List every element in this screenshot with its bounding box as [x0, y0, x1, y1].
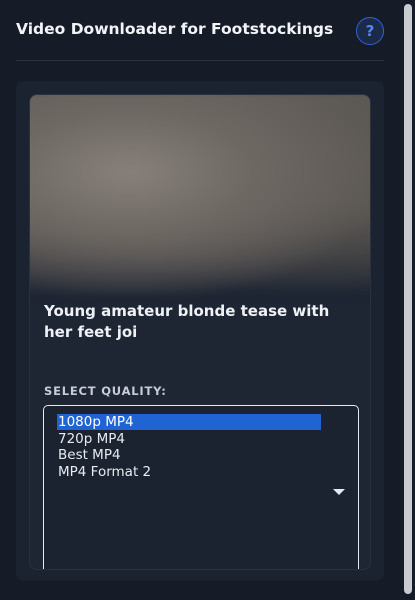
quality-option-best[interactable]: Best MP4	[57, 447, 321, 463]
question-mark-icon: ?	[365, 22, 375, 40]
video-title: Young amateur blonde tease with her feet…	[44, 302, 330, 341]
quality-option-1080p[interactable]: 1080p MP4	[57, 414, 321, 430]
app-title: Video Downloader for Footstockings	[16, 20, 334, 38]
quality-option-720p[interactable]: 720p MP4	[57, 431, 321, 447]
quality-select[interactable]: 1080p MP4 720p MP4 Best MP4 MP4 Format 2	[43, 405, 359, 569]
chevron-down-icon[interactable]	[333, 488, 345, 496]
quality-option-mp4-format-2[interactable]: MP4 Format 2	[57, 464, 321, 480]
header: Video Downloader for Footstockings ?	[16, 0, 384, 61]
scrollbar[interactable]	[402, 0, 415, 600]
help-button[interactable]: ?	[356, 17, 384, 45]
content-card: Young amateur blonde tease with her feet…	[16, 81, 384, 581]
quality-label: SELECT QUALITY:	[44, 384, 167, 398]
downloader-popup: Video Downloader for Footstockings ? You…	[0, 0, 415, 600]
video-thumbnail	[30, 95, 370, 295]
video-card: Young amateur blonde tease with her feet…	[29, 94, 371, 570]
scrollbar-thumb[interactable]	[404, 4, 412, 594]
